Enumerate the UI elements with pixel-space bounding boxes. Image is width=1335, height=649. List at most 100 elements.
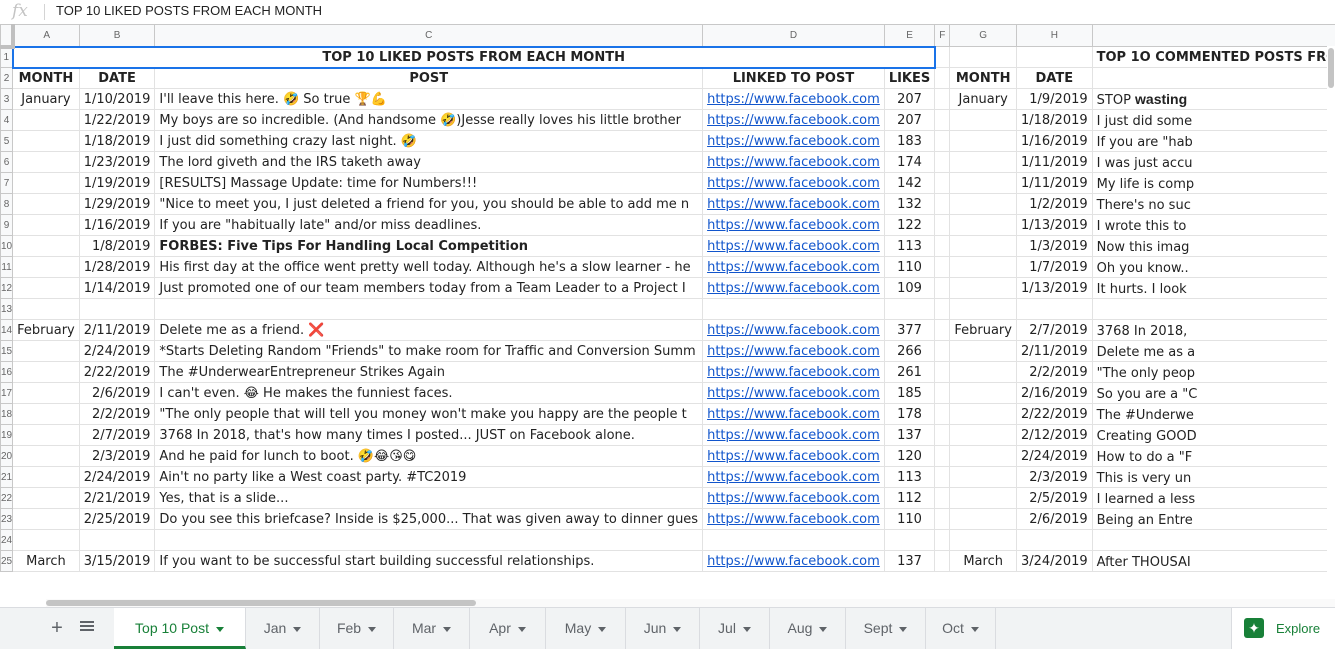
post-cell-right[interactable]: Oh you know.. bbox=[1091, 256, 1335, 278]
link-cell[interactable]: https://www.facebook.com bbox=[702, 403, 885, 425]
date-cell[interactable]: 1/19/2019 bbox=[78, 172, 156, 194]
cell[interactable] bbox=[934, 130, 951, 152]
date-cell-right[interactable]: 1/2/2019 bbox=[1015, 193, 1093, 215]
cell[interactable] bbox=[934, 298, 951, 320]
month-cell[interactable] bbox=[12, 298, 80, 320]
row-header[interactable]: 22 bbox=[0, 487, 14, 509]
post-cell-right[interactable]: There's no suc bbox=[1091, 193, 1335, 215]
tab-may[interactable]: May bbox=[546, 608, 626, 649]
post-cell[interactable]: Yes, that is a slide... bbox=[154, 487, 704, 509]
link-cell[interactable]: https://www.facebook.com bbox=[702, 466, 885, 488]
cell[interactable] bbox=[934, 424, 951, 446]
date-cell[interactable]: 1/29/2019 bbox=[78, 193, 156, 215]
row-header[interactable]: 10 bbox=[0, 235, 14, 257]
row-header[interactable]: 15 bbox=[0, 340, 14, 362]
date-cell-right[interactable]: 2/12/2019 bbox=[1015, 424, 1093, 446]
post-link[interactable]: https://www.facebook.com bbox=[707, 281, 880, 296]
date-cell[interactable]: 2/11/2019 bbox=[78, 319, 156, 341]
header-date[interactable]: DATE bbox=[78, 67, 156, 89]
row-header[interactable]: 5 bbox=[0, 130, 14, 152]
month-cell-right[interactable] bbox=[949, 340, 1017, 362]
header-post[interactable]: POST bbox=[154, 67, 704, 89]
post-cell-right[interactable]: How to do a "F bbox=[1091, 445, 1335, 467]
post-cell[interactable]: I'll leave this here. 🤣 So true 🏆💪 bbox=[154, 88, 704, 110]
link-cell[interactable]: https://www.facebook.com bbox=[702, 445, 885, 467]
date-cell-right[interactable]: 2/16/2019 bbox=[1015, 382, 1093, 404]
link-cell[interactable]: https://www.facebook.com bbox=[702, 193, 885, 215]
post-link[interactable]: https://www.facebook.com bbox=[707, 260, 880, 275]
row-header[interactable]: 9 bbox=[0, 214, 14, 236]
date-cell[interactable]: 2/24/2019 bbox=[78, 340, 156, 362]
date-cell-right[interactable]: 2/7/2019 bbox=[1015, 319, 1093, 341]
post-cell[interactable]: The #UnderwearEntrepreneur Strikes Again bbox=[154, 361, 704, 383]
tab-top-10-post[interactable]: Top 10 Post bbox=[114, 608, 246, 649]
month-cell[interactable] bbox=[12, 277, 80, 299]
row-header[interactable]: 14 bbox=[0, 319, 14, 341]
post-link[interactable]: https://www.facebook.com bbox=[707, 92, 880, 107]
link-cell[interactable]: https://www.facebook.com bbox=[702, 487, 885, 509]
month-cell[interactable] bbox=[12, 403, 80, 425]
post-cell[interactable]: Just promoted one of our team members to… bbox=[154, 277, 704, 299]
row-header[interactable]: 20 bbox=[0, 445, 14, 467]
header-likes[interactable]: LIKES bbox=[883, 67, 936, 89]
post-cell-right[interactable]: My life is comp bbox=[1091, 172, 1335, 194]
date-cell[interactable]: 2/22/2019 bbox=[78, 361, 156, 383]
month-cell-right[interactable] bbox=[949, 508, 1017, 530]
row-header[interactable]: 13 bbox=[0, 298, 14, 320]
tab-mar[interactable]: Mar bbox=[394, 608, 470, 649]
post-cell[interactable]: "The only people that will tell you mone… bbox=[154, 403, 704, 425]
cell[interactable] bbox=[934, 214, 951, 236]
post-cell[interactable]: If you are "habitually late" and/or miss… bbox=[154, 214, 704, 236]
likes-cell[interactable]: 266 bbox=[883, 340, 936, 362]
post-cell[interactable]: I just did something crazy last night. 🤣 bbox=[154, 130, 704, 152]
month-cell-right[interactable] bbox=[949, 529, 1017, 551]
month-cell-right[interactable] bbox=[949, 256, 1017, 278]
post-cell[interactable]: I can't even. 😂 He makes the funniest fa… bbox=[154, 382, 704, 404]
post-link[interactable]: https://www.facebook.com bbox=[707, 428, 880, 443]
date-cell-right[interactable] bbox=[1015, 298, 1093, 320]
likes-cell[interactable]: 109 bbox=[883, 277, 936, 299]
month-cell[interactable] bbox=[12, 130, 80, 152]
date-cell-right[interactable]: 1/7/2019 bbox=[1015, 256, 1093, 278]
month-cell[interactable] bbox=[12, 256, 80, 278]
date-cell[interactable]: 3/15/2019 bbox=[78, 550, 156, 572]
post-cell-right[interactable]: After THOUSAI bbox=[1091, 550, 1335, 572]
post-cell-right[interactable]: I just did some bbox=[1091, 109, 1335, 131]
month-cell-right[interactable] bbox=[949, 403, 1017, 425]
likes-cell[interactable]: 113 bbox=[883, 235, 936, 257]
post-cell[interactable] bbox=[154, 529, 704, 551]
cell[interactable] bbox=[934, 487, 951, 509]
row-header[interactable]: 19 bbox=[0, 424, 14, 446]
month-cell-right[interactable]: February bbox=[949, 319, 1017, 341]
link-cell[interactable]: https://www.facebook.com bbox=[702, 214, 885, 236]
post-link[interactable]: https://www.facebook.com bbox=[707, 197, 880, 212]
column-header-g[interactable]: G bbox=[949, 24, 1017, 47]
link-cell[interactable]: https://www.facebook.com bbox=[702, 256, 885, 278]
date-cell-right[interactable]: 1/11/2019 bbox=[1015, 151, 1093, 173]
link-cell[interactable] bbox=[702, 298, 885, 320]
post-cell[interactable]: [RESULTS] Massage Update: time for Numbe… bbox=[154, 172, 704, 194]
month-cell[interactable] bbox=[12, 382, 80, 404]
post-cell-right[interactable]: Delete me as a bbox=[1091, 340, 1335, 362]
tab-sept[interactable]: Sept bbox=[846, 608, 926, 649]
post-cell[interactable]: If you want to be successful start build… bbox=[154, 550, 704, 572]
month-cell[interactable] bbox=[12, 151, 80, 173]
row-header[interactable]: 3 bbox=[0, 88, 14, 110]
likes-cell[interactable]: 207 bbox=[883, 88, 936, 110]
post-cell-right[interactable]: This is very un bbox=[1091, 466, 1335, 488]
tab-oct[interactable]: Oct bbox=[926, 608, 996, 649]
vertical-scroll-thumb[interactable] bbox=[1328, 48, 1334, 88]
post-link[interactable]: https://www.facebook.com bbox=[707, 134, 880, 149]
likes-cell[interactable]: 132 bbox=[883, 193, 936, 215]
post-cell-right[interactable]: The #Underwe bbox=[1091, 403, 1335, 425]
likes-cell[interactable]: 110 bbox=[883, 508, 936, 530]
post-cell-right[interactable]: I was just accu bbox=[1091, 151, 1335, 173]
vertical-scrollbar[interactable] bbox=[1327, 46, 1335, 596]
month-cell[interactable]: February bbox=[12, 319, 80, 341]
row-header[interactable]: 23 bbox=[0, 508, 14, 530]
chevron-down-icon[interactable] bbox=[899, 626, 908, 632]
link-cell[interactable]: https://www.facebook.com bbox=[702, 340, 885, 362]
likes-cell[interactable]: 142 bbox=[883, 172, 936, 194]
likes-cell[interactable]: 113 bbox=[883, 466, 936, 488]
explore-button[interactable]: ✦ Explore bbox=[1231, 608, 1335, 649]
